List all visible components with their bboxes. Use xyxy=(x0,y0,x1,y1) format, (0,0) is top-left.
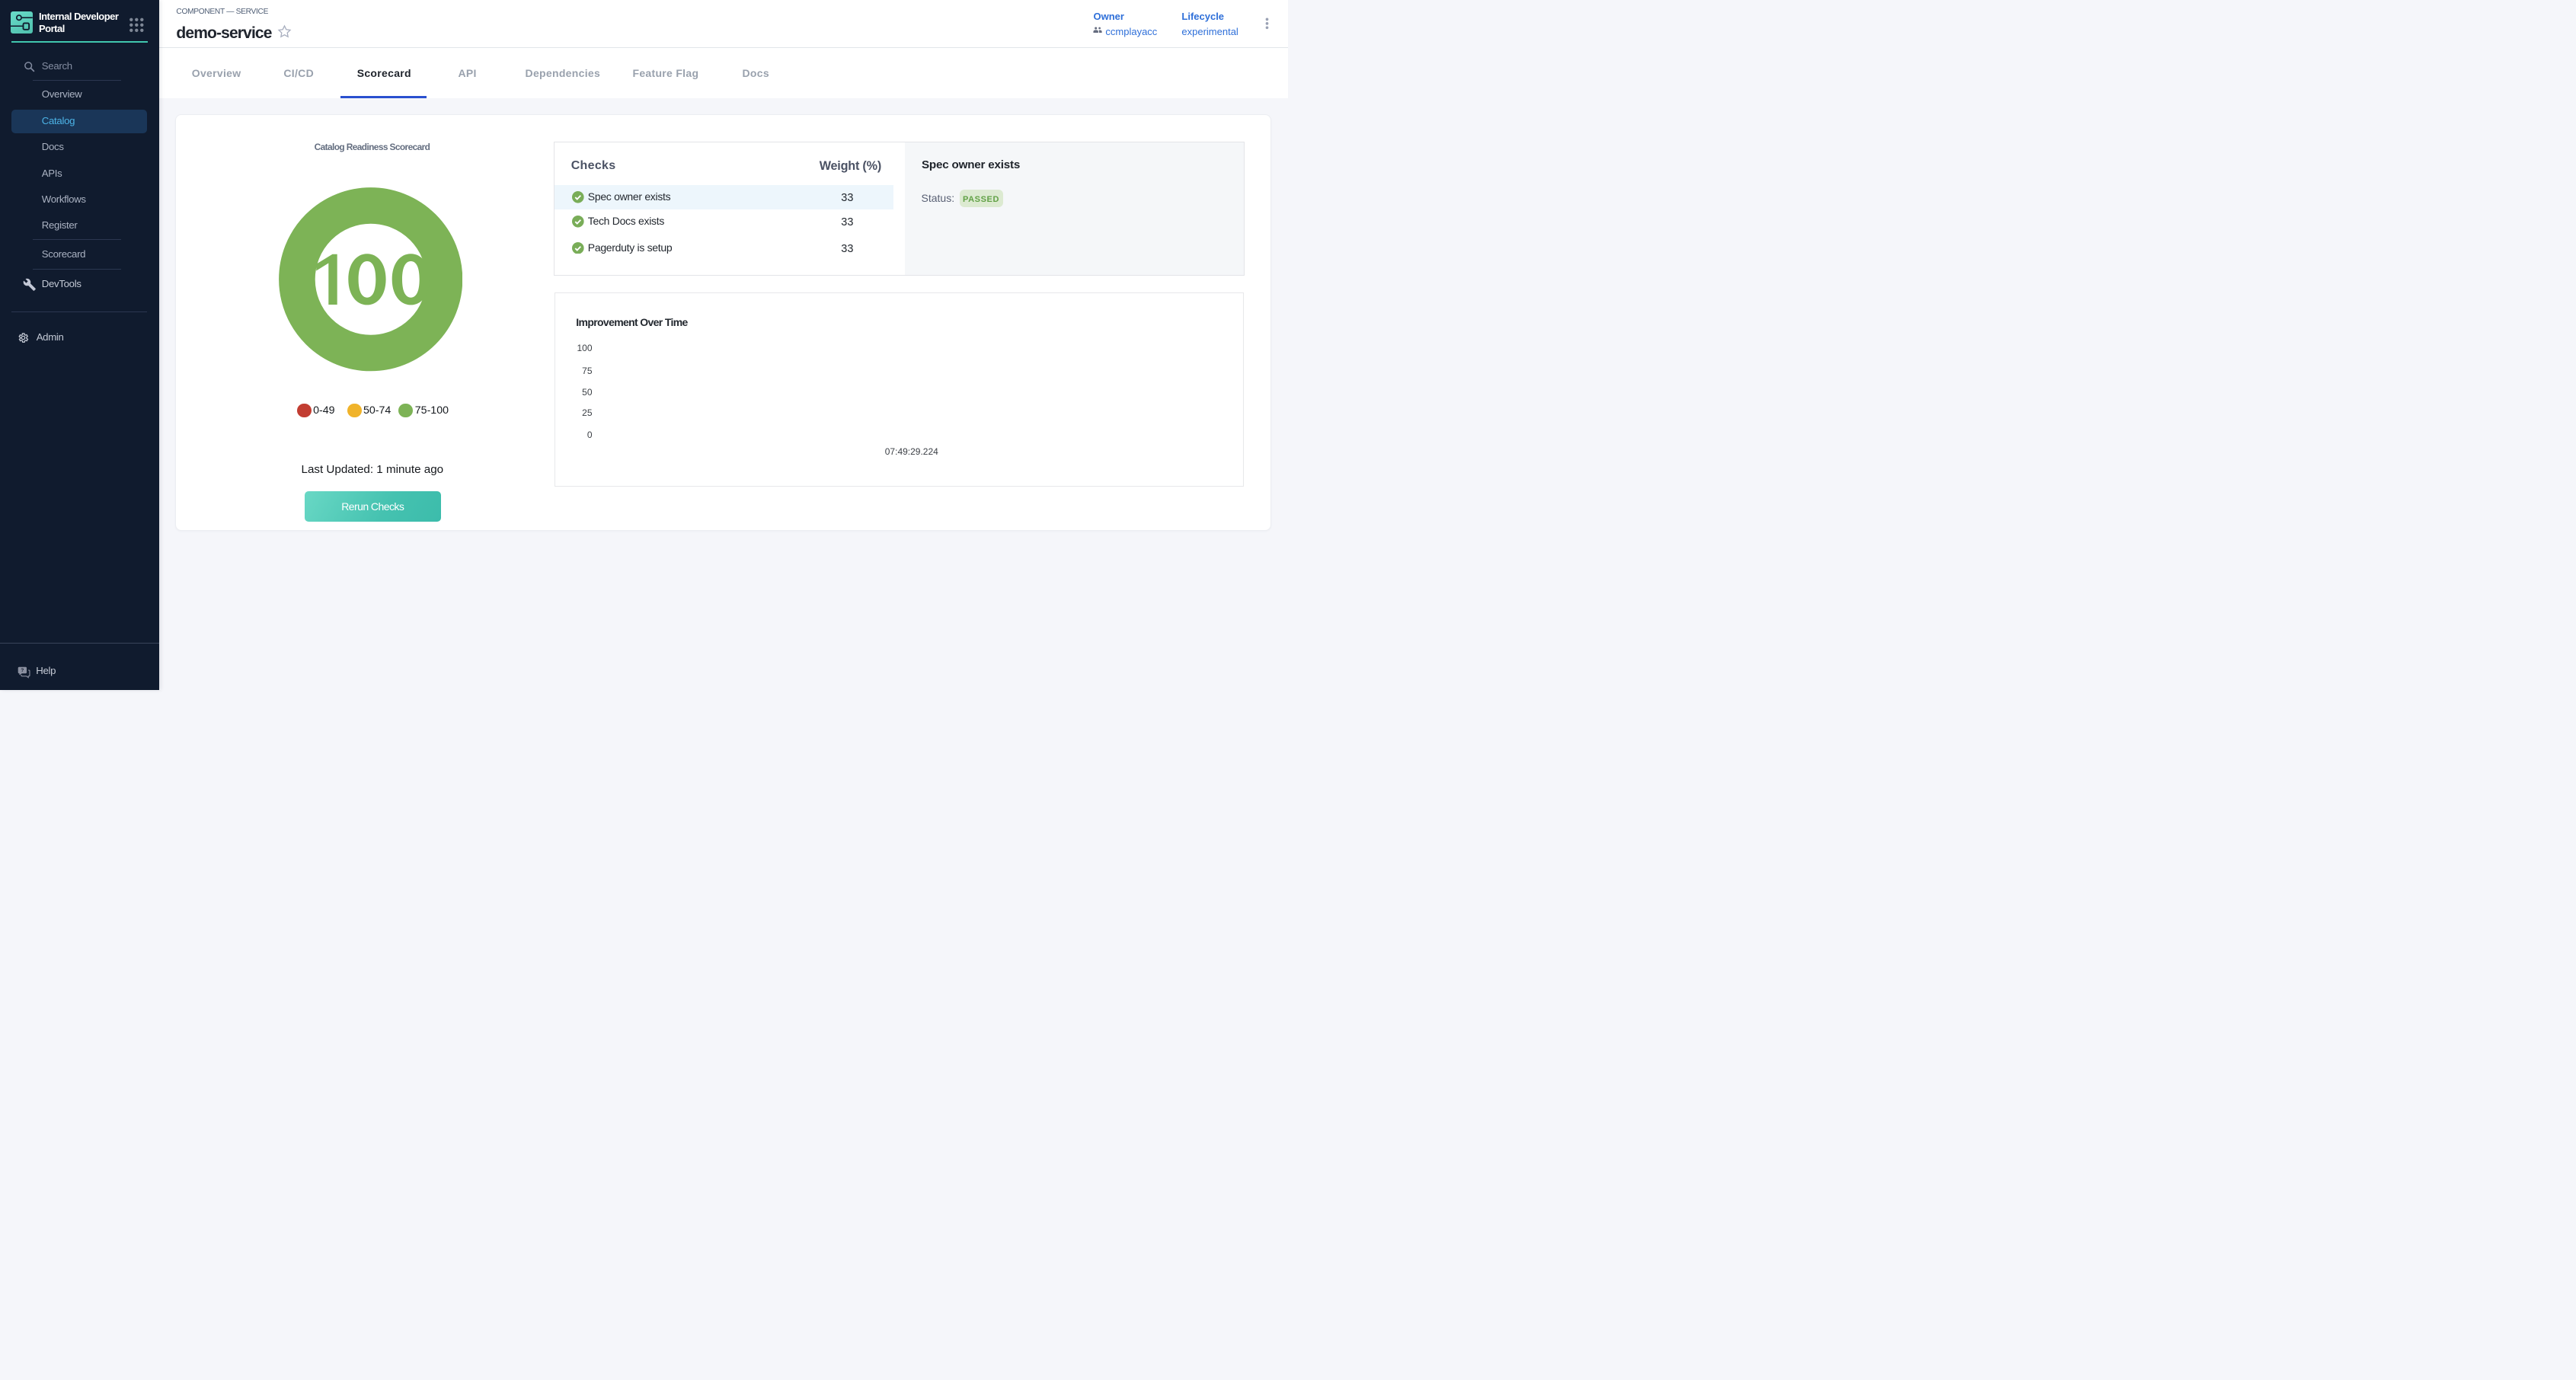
svg-text:?: ? xyxy=(21,668,24,673)
